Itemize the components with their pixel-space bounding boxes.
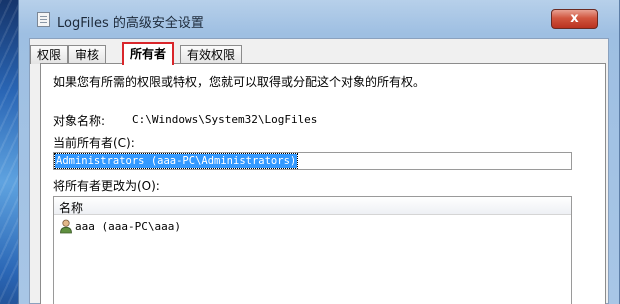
tab-label: 所有者 bbox=[130, 47, 167, 61]
list-item[interactable]: aaa (aaa-PC\aaa) bbox=[54, 218, 571, 236]
change-owner-label: 将所有者更改为(O): bbox=[53, 179, 160, 193]
list-column-header[interactable]: 名称 bbox=[54, 197, 571, 215]
tab-owner[interactable]: 所有者 bbox=[122, 42, 175, 65]
owner-candidates-list[interactable]: 名称 aaa (aaa-PC\aaa) bbox=[53, 196, 572, 304]
tab-label: 有效权限 bbox=[187, 48, 236, 62]
security-settings-window: LogFiles 的高级安全设置 x 权限 审核 所有者 有效权限 如果您有所需… bbox=[18, 0, 620, 304]
title-bar[interactable]: LogFiles 的高级安全设置 x bbox=[19, 0, 619, 38]
tab-label: 权限 bbox=[37, 48, 62, 62]
description-text: 如果您有所需的权限或特权，您就可以取得或分配这个对象的所有权。 bbox=[53, 75, 426, 89]
window-title: LogFiles 的高级安全设置 bbox=[57, 16, 204, 31]
current-owner-label: 当前所有者(C): bbox=[53, 136, 135, 150]
object-name-label: 对象名称: bbox=[53, 114, 106, 128]
tab-label: 审核 bbox=[75, 48, 100, 62]
object-name-value: C:\Windows\System32\LogFiles bbox=[132, 113, 318, 126]
user-icon bbox=[60, 219, 72, 234]
column-name-label: 名称 bbox=[59, 201, 84, 215]
list-item-name: aaa (aaa-PC\aaa) bbox=[75, 220, 181, 233]
document-icon bbox=[37, 12, 50, 27]
tab-auditing[interactable]: 审核 bbox=[68, 45, 107, 64]
current-owner-field[interactable]: Administrators (aaa-PC\Administrators) bbox=[53, 152, 572, 170]
tab-effective-permissions[interactable]: 有效权限 bbox=[180, 45, 243, 64]
current-owner-value: Administrators (aaa-PC\Administrators) bbox=[53, 153, 299, 169]
close-button[interactable]: x bbox=[551, 9, 598, 29]
tab-permissions[interactable]: 权限 bbox=[30, 45, 69, 64]
